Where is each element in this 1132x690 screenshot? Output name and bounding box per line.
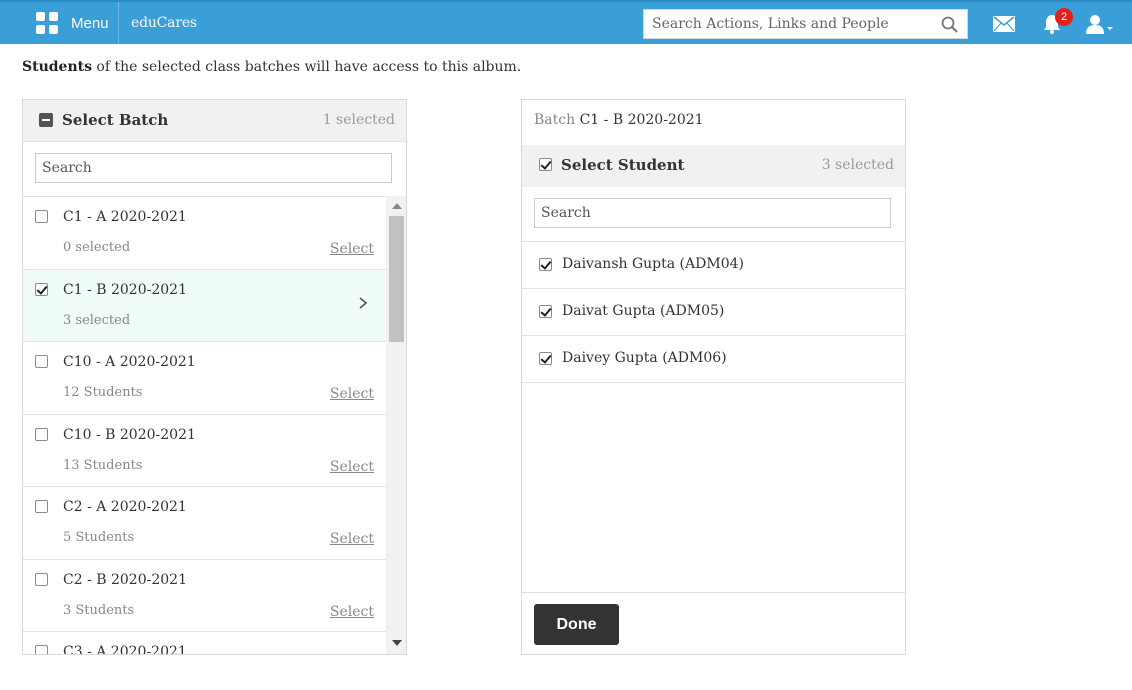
batch-name: C3 - A 2020-2021: [63, 644, 187, 655]
student-name: Daivansh Gupta (ADM04): [562, 256, 744, 272]
batch-list-scrollbar[interactable]: [386, 196, 406, 654]
global-search: [643, 9, 968, 39]
deselect-all-checkbox[interactable]: [39, 113, 53, 127]
student-row[interactable]: Daivansh Gupta (ADM04): [522, 242, 905, 289]
mail-icon[interactable]: [993, 16, 1015, 32]
student-checkbox[interactable]: [539, 305, 552, 318]
student-name: Daivey Gupta (ADM06): [562, 350, 727, 366]
user-icon[interactable]: [1086, 14, 1114, 34]
batch-row[interactable]: C2 - B 2020-2021 3 Students Select: [23, 560, 386, 632]
student-checkbox[interactable]: [539, 258, 552, 271]
grid-icon: [36, 12, 58, 34]
batch-name: C1 - A 2020-2021: [63, 209, 187, 225]
batch-select-link[interactable]: Select: [330, 459, 374, 475]
batch-row-active[interactable]: C1 - B 2020-2021 3 selected: [23, 269, 386, 342]
batch-status: 12 Students: [63, 385, 143, 400]
batch-name: C10 - B 2020-2021: [63, 426, 196, 443]
batch-list: C1 - A 2020-2021 0 selected Select C1 - …: [23, 196, 386, 655]
batch-name: C2 - B 2020-2021: [63, 571, 187, 588]
select-student-title: Select Student: [561, 156, 685, 174]
batch-row[interactable]: C2 - A 2020-2021 5 Students Select: [23, 487, 386, 560]
batch-status: 13 Students: [63, 457, 143, 473]
batch-checkbox[interactable]: [35, 355, 48, 368]
select-student-header: Select Student 3 selected: [522, 145, 905, 187]
batch-name: C1 - B 2020-2021: [63, 281, 187, 298]
batch-search: [35, 153, 392, 183]
student-list: Daivansh Gupta (ADM04) Daivat Gupta (ADM…: [522, 241, 905, 383]
student-row[interactable]: Daivat Gupta (ADM05): [522, 289, 905, 336]
chevron-right-icon[interactable]: [358, 296, 368, 310]
select-batch-panel: Select Batch 1 selected C1 - A 2020-2021…: [22, 99, 407, 655]
notification-badge: 2: [1055, 8, 1073, 26]
intro-rest: of the selected class batches will have …: [91, 59, 522, 75]
batch-row[interactable]: C10 - A 2020-2021 12 Students Select: [23, 342, 386, 415]
select-batch-title: Select Batch: [62, 111, 169, 129]
batch-search-input[interactable]: [36, 154, 391, 182]
batch-checkbox[interactable]: [35, 572, 48, 586]
batch-checkbox[interactable]: [35, 427, 48, 441]
panel-footer-divider: [522, 592, 905, 593]
topbar-divider: [118, 2, 119, 44]
batch-name: C10 - A 2020-2021: [63, 354, 196, 370]
student-name: Daivat Gupta (ADM05): [562, 303, 725, 319]
top-navigation-bar: Menu eduCares 2: [0, 0, 1132, 44]
current-batch-label: Batch C1 - B 2020-2021: [534, 112, 704, 128]
batch-status: 5 Students: [63, 530, 135, 545]
scrollbar-thumb[interactable]: [389, 216, 404, 342]
brand-link[interactable]: eduCares: [131, 15, 197, 31]
student-selected-count: 3 selected: [821, 157, 894, 173]
student-row[interactable]: Daivey Gupta (ADM06): [522, 336, 905, 383]
scroll-down-arrow-icon[interactable]: [392, 640, 402, 646]
intro-text: Students of the selected class batches w…: [22, 59, 521, 75]
select-all-students-checkbox[interactable]: [539, 158, 552, 171]
batch-row[interactable]: C1 - A 2020-2021 0 selected Select: [23, 197, 386, 270]
select-batch-header: Select Batch 1 selected: [23, 100, 406, 142]
batch-select-link[interactable]: Select: [330, 604, 374, 620]
batch-row[interactable]: C3 - A 2020-2021: [23, 632, 386, 655]
student-search-input[interactable]: [535, 199, 890, 227]
batch-checkbox[interactable]: [35, 282, 48, 296]
student-checkbox[interactable]: [539, 352, 552, 365]
batch-select-link[interactable]: Select: [330, 531, 374, 547]
batch-select-link[interactable]: Select: [330, 241, 374, 257]
batch-status: 3 selected: [63, 312, 131, 328]
menu-button[interactable]: Menu: [24, 2, 118, 44]
batch-selected-count: 1 selected: [322, 112, 395, 128]
batch-name: C2 - A 2020-2021: [63, 499, 187, 515]
batch-checkbox[interactable]: [35, 210, 48, 223]
done-button[interactable]: Done: [534, 604, 619, 645]
select-student-panel: Batch C1 - B 2020-2021 Select Student 3 …: [521, 99, 906, 655]
batch-checkbox[interactable]: [35, 645, 48, 654]
batch-row[interactable]: C10 - B 2020-2021 13 Students Select: [23, 415, 386, 487]
global-search-input[interactable]: [644, 10, 934, 38]
current-batch-name: C1 - B 2020-2021: [579, 112, 704, 128]
batch-prefix: Batch: [534, 112, 576, 128]
batch-status: 3 Students: [63, 602, 135, 618]
scroll-up-arrow-icon[interactable]: [392, 203, 402, 209]
search-icon[interactable]: [941, 16, 958, 33]
intro-bold: Students: [22, 59, 92, 75]
batch-checkbox[interactable]: [35, 500, 48, 513]
menu-label: Menu: [71, 14, 109, 32]
batch-status: 0 selected: [63, 240, 131, 255]
student-search: [534, 198, 891, 228]
batch-select-link[interactable]: Select: [330, 386, 374, 402]
